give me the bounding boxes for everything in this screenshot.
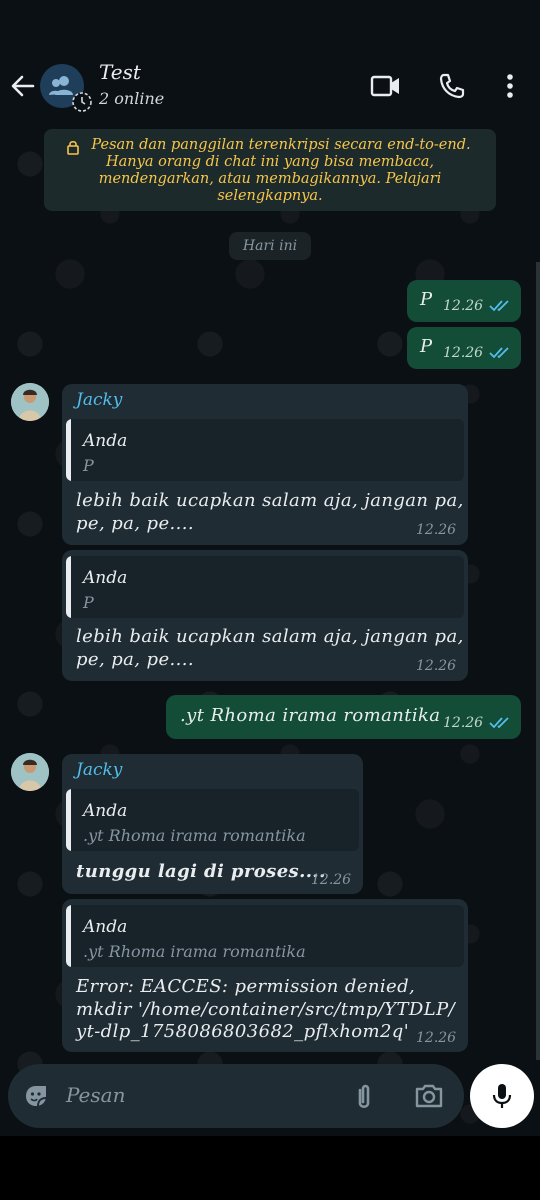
quoted-message[interactable]: Anda P (66, 556, 464, 618)
message-time: 12.26 (443, 298, 484, 314)
quote-bar (66, 905, 71, 967)
message-text: P (420, 336, 433, 357)
chat-title[interactable]: Test (99, 60, 141, 84)
quoted-message[interactable]: Anda P (66, 419, 464, 481)
video-call-icon[interactable] (370, 72, 402, 100)
double-check-icon (489, 717, 509, 729)
notice-line-4: selengkapnya. (217, 188, 323, 204)
message-time: 12.26 (443, 715, 484, 731)
message-time: 12.26 (443, 345, 484, 361)
quote-text: P (83, 593, 94, 612)
quote-author: Anda (83, 568, 128, 588)
sender-name[interactable]: Jacky (76, 390, 122, 410)
message-text: P (420, 289, 433, 310)
quote-bar (66, 419, 71, 481)
user-avatar[interactable] (11, 753, 49, 791)
message-time: 12.26 (416, 1030, 457, 1046)
online-count: 2 online (99, 89, 165, 108)
quote-author: Anda (83, 801, 128, 821)
quote-bar (66, 789, 71, 851)
disappearing-timer-icon (72, 92, 92, 112)
message-line-3: yt-dlp_1758086803682_pflxhom2q' (76, 1021, 410, 1042)
quote-author: Anda (83, 917, 128, 937)
incoming-message[interactable]: Jacky Anda .yt Rhoma irama romantika tun… (62, 754, 363, 894)
double-check-icon (489, 300, 509, 312)
message-line-2: mkdir '/home/container/src/tmp/YTDLP/ (76, 999, 456, 1020)
quote-text: .yt Rhoma irama romantika (83, 942, 306, 961)
quote-text: .yt Rhoma irama romantika (83, 826, 306, 845)
message-text: tunggu lagi di proses.... (76, 861, 326, 882)
incoming-message[interactable]: Jacky Anda P lebih baik ucapkan salam aj… (62, 384, 468, 545)
message-line-1: lebih baik ucapkan salam aja, jangan pa, (76, 490, 464, 511)
encryption-notice[interactable]: Pesan dan panggilan terenkripsi secara e… (44, 129, 496, 211)
outgoing-message[interactable]: P 12.26 (407, 280, 521, 322)
chat-header: Test 2 online (0, 0, 540, 124)
date-chip: Hari ini (229, 232, 311, 260)
quoted-message[interactable]: Anda .yt Rhoma irama romantika (66, 789, 359, 851)
message-text: .yt Rhoma irama romantika (180, 705, 441, 726)
attach-icon[interactable] (352, 1082, 376, 1112)
sticker-icon[interactable] (22, 1082, 50, 1110)
sender-name[interactable]: Jacky (76, 760, 122, 780)
incoming-message[interactable]: Anda .yt Rhoma irama romantika Error: EA… (62, 899, 468, 1052)
user-avatar-image (11, 753, 49, 791)
user-avatar-image (11, 383, 49, 421)
scrollbar[interactable] (536, 262, 540, 1060)
message-time: 12.26 (311, 872, 352, 888)
message-line-2: pe, pa, pe.... (76, 649, 194, 670)
notice-line-2: Hanya orang di chat ini yang bisa membac… (106, 154, 434, 170)
message-input[interactable]: Pesan (66, 1083, 125, 1107)
message-line-1: lebih baik ucapkan salam aja, jangan pa, (76, 626, 464, 647)
outgoing-message[interactable]: .yt Rhoma irama romantika 12.26 (166, 695, 521, 739)
message-line-1: Error: EACCES: permission denied, (76, 976, 416, 997)
message-line-2: pe, pa, pe.... (76, 513, 194, 534)
back-arrow-icon[interactable] (9, 72, 37, 100)
outgoing-message[interactable]: P 12.26 (407, 327, 521, 369)
mic-button[interactable] (470, 1064, 534, 1128)
quote-author: Anda (83, 431, 128, 451)
double-check-icon (489, 347, 509, 359)
message-input-bar[interactable]: Pesan (8, 1064, 464, 1128)
camera-icon[interactable] (414, 1083, 444, 1109)
lock-icon (67, 140, 79, 155)
notice-line-3: mendengarkan, atau membagikannya. Pelaja… (98, 171, 442, 187)
message-time: 12.26 (416, 658, 457, 674)
message-time: 12.26 (416, 522, 457, 538)
voice-call-icon[interactable] (438, 72, 466, 100)
quote-bar (66, 556, 71, 618)
more-vert-icon[interactable] (500, 72, 520, 100)
user-avatar[interactable] (11, 383, 49, 421)
incoming-message[interactable]: Anda P lebih baik ucapkan salam aja, jan… (62, 550, 468, 681)
mic-icon (492, 1084, 512, 1108)
quote-text: P (83, 456, 94, 475)
notice-line-1: Pesan dan panggilan terenkripsi secara e… (91, 137, 471, 153)
quoted-message[interactable]: Anda .yt Rhoma irama romantika (66, 905, 464, 967)
system-nav-area (0, 1136, 540, 1200)
